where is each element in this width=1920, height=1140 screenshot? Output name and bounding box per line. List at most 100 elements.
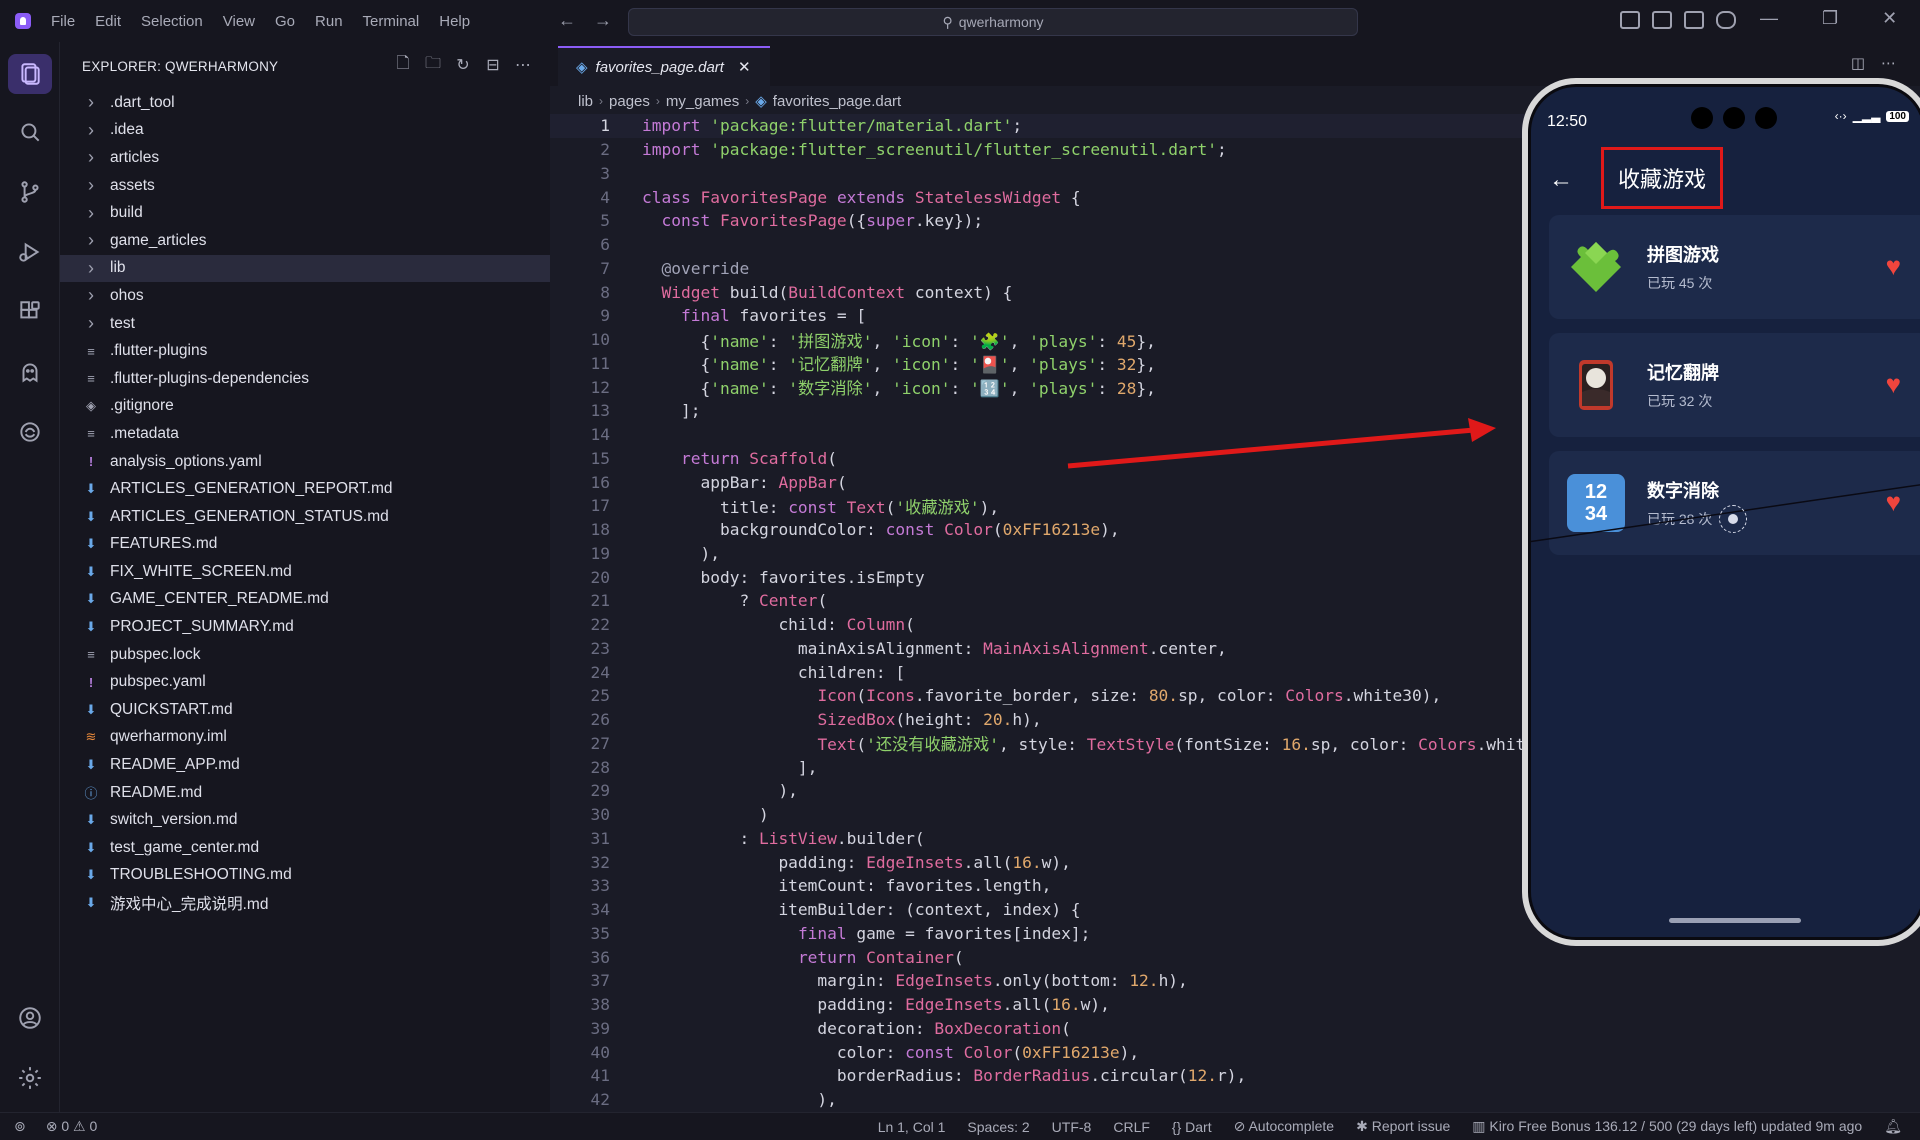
code-line[interactable]: 42 ), (550, 1088, 1920, 1112)
report-issue[interactable]: ✱ Report issue (1356, 1118, 1450, 1135)
file-item[interactable]: ⬇ README_APP.md (60, 751, 550, 779)
folder-item[interactable]: › .idea (60, 117, 550, 145)
menu-terminal[interactable]: Terminal (363, 13, 420, 30)
file-item[interactable]: ≡ .metadata (60, 420, 550, 448)
folder-item[interactable]: › lib (60, 254, 550, 283)
cursor-position[interactable]: Ln 1, Col 1 (878, 1119, 946, 1135)
kiro-ghost-icon[interactable] (14, 356, 46, 388)
menu-selection[interactable]: Selection (141, 13, 203, 30)
tab-favorites-page[interactable]: ◈ favorites_page.dart ✕ (558, 46, 770, 86)
file-item[interactable]: ⬇ TROUBLESHOOTING.md (60, 862, 550, 890)
file-item[interactable]: ≋ qwerharmony.iml (60, 724, 550, 752)
game-card[interactable]: 12 34 数字消除 已玩 28 次 ♥ (1549, 451, 1920, 555)
code-line[interactable]: 36 return Container( (550, 945, 1920, 969)
split-editor-icon[interactable]: ◫ (1851, 54, 1865, 72)
autocomplete-toggle[interactable]: ⊘ Autocomplete (1234, 1118, 1334, 1135)
extensions-icon[interactable] (14, 296, 46, 328)
home-indicator[interactable] (1669, 918, 1801, 923)
heart-icon[interactable]: ♥ (1886, 371, 1901, 397)
file-item[interactable]: ! pubspec.yaml (60, 668, 550, 696)
language-mode[interactable]: {} Dart (1172, 1119, 1212, 1135)
breadcrumb-pages[interactable]: pages (609, 93, 650, 110)
file-item[interactable]: ⬇ switch_version.md (60, 806, 550, 834)
editor-more-icon[interactable]: ⋯ (1881, 54, 1896, 72)
game-card[interactable]: 拼图游戏 已玩 45 次 ♥ (1549, 215, 1920, 319)
chat-icon[interactable] (1716, 11, 1736, 29)
file-item[interactable]: ⬇ ARTICLES_GENERATION_REPORT.md (60, 475, 550, 503)
phone-back-arrow-icon[interactable]: ← (1549, 166, 1573, 194)
menu-go[interactable]: Go (275, 13, 295, 30)
menu-help[interactable]: Help (439, 13, 470, 30)
code-line[interactable]: 39 decoration: BoxDecoration( (550, 1017, 1920, 1041)
folder-item[interactable]: › build (60, 199, 550, 227)
forward-arrow-icon[interactable]: → (594, 10, 612, 31)
account-icon[interactable] (14, 1002, 46, 1034)
game-plays: 已玩 28 次 (1647, 511, 1713, 527)
minimize-icon[interactable]: — (1760, 8, 1778, 29)
back-arrow-icon[interactable]: ← (558, 10, 576, 31)
folder-item[interactable]: › test (60, 310, 550, 338)
refresh-icon[interactable]: ↻ (454, 56, 472, 74)
code-text: ), (642, 543, 720, 563)
line-ending[interactable]: CRLF (1113, 1119, 1150, 1135)
folder-item[interactable]: › game_articles (60, 227, 550, 255)
menu-run[interactable]: Run (315, 13, 343, 30)
error-icon: ⊗ (45, 1118, 58, 1134)
folder-item[interactable]: › assets (60, 172, 550, 200)
breadcrumb-my-games[interactable]: my_games (666, 93, 739, 110)
toggle-sidebar-icon[interactable] (1652, 11, 1672, 29)
search-panel-icon[interactable] (14, 116, 46, 148)
code-line[interactable]: 37 margin: EdgeInsets.only(bottom: 12.h)… (550, 969, 1920, 993)
harmony-icon[interactable] (14, 416, 46, 448)
encoding[interactable]: UTF-8 (1052, 1119, 1092, 1135)
code-line[interactable]: 41 borderRadius: BorderRadius.circular(1… (550, 1064, 1920, 1088)
heart-icon[interactable]: ♥ (1886, 489, 1901, 515)
folder-item[interactable]: › .dart_tool (60, 89, 550, 117)
file-item[interactable]: ⬇ GAME_CENTER_README.md (60, 586, 550, 614)
menu-file[interactable]: File (51, 13, 75, 30)
heart-icon[interactable]: ♥ (1886, 253, 1901, 279)
source-control-icon[interactable] (14, 176, 46, 208)
folder-item[interactable]: › ohos (60, 282, 550, 310)
close-tab-icon[interactable]: ✕ (738, 58, 751, 76)
restore-icon[interactable]: ❐ (1822, 8, 1838, 29)
breadcrumb-file[interactable]: favorites_page.dart (773, 93, 901, 110)
markdown-icon: ⬇ (85, 619, 97, 635)
file-item[interactable]: ⬇ QUICKSTART.md (60, 696, 550, 724)
command-center-search[interactable]: ⚲ qwerharmony (628, 8, 1358, 36)
menu-edit[interactable]: Edit (95, 13, 121, 30)
bonus-usage[interactable]: ▥ Kiro Free Bonus 136.12 / 500 (29 days … (1472, 1118, 1862, 1135)
close-window-icon[interactable]: ✕ (1882, 8, 1897, 29)
file-item[interactable]: ⬇ FIX_WHITE_SCREEN.md (60, 558, 550, 586)
file-item[interactable]: ⓘ README.md (60, 779, 550, 807)
more-actions-icon[interactable]: ⋯ (514, 56, 532, 74)
game-card[interactable]: 记忆翻牌 已玩 32 次 ♥ (1549, 333, 1920, 437)
new-file-icon[interactable]: 🗋 (394, 55, 412, 74)
menu-view[interactable]: View (223, 13, 255, 30)
file-item[interactable]: ≡ pubspec.lock (60, 641, 550, 669)
file-item[interactable]: ⬇ FEATURES.md (60, 531, 550, 559)
settings-gear-icon[interactable] (14, 1062, 46, 1094)
folder-item[interactable]: › articles (60, 144, 550, 172)
file-item[interactable]: ≡ .flutter-plugins (60, 337, 550, 365)
new-folder-icon[interactable]: 🗀 (424, 55, 442, 74)
file-item[interactable]: ! analysis_options.yaml (60, 448, 550, 476)
file-item[interactable]: ⬇ 游戏中心_完成说明.md (60, 889, 550, 917)
file-item[interactable]: ≡ .flutter-plugins-dependencies (60, 365, 550, 393)
problems-indicator[interactable]: ⊗ 0 ⚠ 0 (46, 1118, 98, 1135)
collapse-all-icon[interactable]: ⊟ (484, 56, 502, 74)
file-item[interactable]: ◈ .gitignore (60, 393, 550, 421)
run-debug-icon[interactable] (14, 236, 46, 268)
file-item[interactable]: ⬇ test_game_center.md (60, 834, 550, 862)
remote-icon[interactable]: ⊚ (14, 1118, 26, 1135)
explorer-icon[interactable] (8, 54, 52, 94)
file-item[interactable]: ⬇ ARTICLES_GENERATION_STATUS.md (60, 503, 550, 531)
code-line[interactable]: 38 padding: EdgeInsets.all(16.w), (550, 993, 1920, 1017)
notifications-bell-icon[interactable]: 🔔︎ (1884, 1118, 1902, 1135)
indentation[interactable]: Spaces: 2 (967, 1119, 1029, 1135)
file-item[interactable]: ⬇ PROJECT_SUMMARY.md (60, 613, 550, 641)
customize-layout-icon[interactable] (1620, 11, 1640, 29)
toggle-panel-icon[interactable] (1684, 11, 1704, 29)
breadcrumb-lib[interactable]: lib (578, 93, 593, 110)
code-line[interactable]: 40 color: const Color(0xFF16213e), (550, 1040, 1920, 1064)
